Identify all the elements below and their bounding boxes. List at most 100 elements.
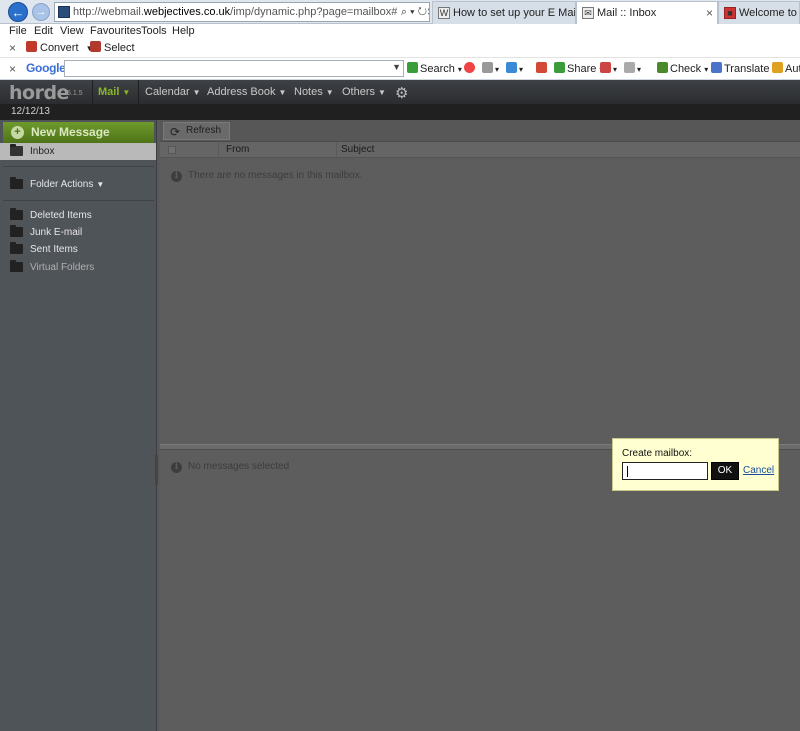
- tab-how-to-setup[interactable]: W How to set up your E Mail Acc...: [432, 1, 576, 24]
- preview-pane: i No messages selected: [160, 450, 800, 731]
- chevron-down-icon: ▼: [192, 88, 201, 97]
- empty-mailbox-text: There are no messages in this mailbox.: [188, 170, 363, 181]
- new-message-label: New Message: [31, 125, 110, 139]
- blocker-button[interactable]: ▾: [600, 62, 617, 77]
- mailbox-toolbar: ⟳ Refresh: [160, 120, 800, 142]
- sidebar-item-junk-email[interactable]: Junk E-mail: [0, 224, 156, 241]
- close-toolbar-icon[interactable]: ×: [9, 62, 16, 76]
- plus-icon: [506, 62, 517, 73]
- sidebar-item-sent-items[interactable]: Sent Items: [0, 241, 156, 258]
- horde-logo[interactable]: horde: [9, 82, 69, 104]
- browser-address-bar: ← → http://webmail.webjectives.co.uk/imp…: [0, 0, 800, 25]
- google-plus-button[interactable]: [464, 62, 477, 76]
- url-prefix: http://webmail.: [73, 6, 144, 18]
- nav-others[interactable]: Others ▼: [342, 86, 386, 98]
- translate-label: Translate: [724, 63, 770, 75]
- menu-edit[interactable]: Edit: [34, 24, 53, 38]
- folder-icon: [10, 225, 23, 237]
- menu-tools[interactable]: Tools: [141, 24, 167, 38]
- refresh-button[interactable]: ⟳ Refresh: [163, 122, 231, 140]
- sidebar-item-label: Inbox: [30, 146, 55, 157]
- forward-arrow-icon[interactable]: →: [32, 3, 50, 21]
- google-search-button[interactable]: Search ▾: [407, 62, 462, 77]
- check-label: Check: [670, 63, 702, 75]
- sidebar-resize-handle[interactable]: [155, 455, 158, 485]
- sidebar-divider: [3, 166, 154, 167]
- text-cursor: [627, 466, 628, 477]
- create-mailbox-label: Create mailbox:: [622, 448, 693, 459]
- pagerank-button[interactable]: ▾: [482, 62, 499, 77]
- gear-icon[interactable]: ⚙: [395, 84, 408, 102]
- select-button[interactable]: Select: [90, 41, 135, 55]
- url-tools-icons[interactable]: ⌕ ▾ ↻: [396, 3, 427, 21]
- folder-icon: [10, 242, 23, 254]
- tab-close-icon[interactable]: ×: [706, 2, 713, 24]
- url-field[interactable]: http://webmail.webjectives.co.uk/imp/dyn…: [54, 2, 430, 22]
- nav-address-book[interactable]: Address Book ▼: [207, 86, 286, 98]
- sidebar-divider: [3, 200, 154, 201]
- virtual-folder-icon: [10, 260, 23, 272]
- nav-mail[interactable]: Mail ▼: [98, 86, 130, 98]
- folder-icon: [10, 208, 23, 220]
- sidebar-item-label: Sent Items: [30, 244, 78, 255]
- folder-icon: [10, 177, 23, 189]
- cancel-link[interactable]: Cancel: [743, 465, 774, 476]
- column-subject[interactable]: Subject: [341, 142, 374, 158]
- back-arrow-icon[interactable]: ←: [8, 2, 28, 22]
- chevron-down-icon: ▼: [325, 88, 334, 97]
- tab-mail-inbox[interactable]: ✉ Mail :: Inbox ×: [576, 1, 718, 25]
- translate-button[interactable]: Translate ▾: [711, 62, 777, 77]
- convert-button[interactable]: Convert ▼: [26, 41, 94, 56]
- gplus-icon: [536, 62, 547, 73]
- sidebar: + New Message Inbox Folder Actions ▼ Dele…: [0, 120, 157, 731]
- plus-icon: +: [11, 126, 24, 139]
- sidebar-item-label: Junk E-mail: [30, 227, 83, 238]
- refresh-label: Refresh: [186, 125, 222, 136]
- auto-label: Aut: [785, 63, 800, 75]
- chevron-down-icon: ▼: [96, 180, 105, 189]
- pinwheel-icon: [464, 62, 475, 73]
- chevron-down-icon: ▼: [378, 88, 386, 97]
- sidebar-item-inbox[interactable]: Inbox: [0, 143, 156, 160]
- convert-label: Convert: [40, 42, 79, 54]
- sidebar-item-label: Virtual Folders: [30, 262, 95, 273]
- column-divider: [336, 142, 337, 158]
- menu-favourites[interactable]: Favourites: [90, 24, 141, 38]
- autofill-text-button[interactable]: Aut: [772, 62, 800, 76]
- sidebar-item-deleted-items[interactable]: Deleted Items: [0, 207, 156, 224]
- bookmark-button[interactable]: ▾: [506, 62, 523, 77]
- menu-file[interactable]: File: [9, 24, 27, 38]
- nav-notes[interactable]: Notes ▼: [294, 86, 334, 98]
- info-icon: i: [171, 171, 182, 182]
- folder-actions-button[interactable]: Folder Actions ▼: [0, 176, 156, 193]
- search-icon: [407, 62, 418, 73]
- nav-divider: [138, 80, 139, 104]
- ok-button[interactable]: OK: [711, 462, 739, 480]
- menu-view[interactable]: View: [60, 24, 84, 38]
- nav-others-label: Others: [342, 86, 376, 98]
- pdf-convert-icon: [26, 41, 37, 52]
- close-toolbar-icon[interactable]: ×: [9, 41, 16, 55]
- tab-favicon-icon: W: [438, 7, 450, 19]
- nav-calendar[interactable]: Calendar ▼: [145, 86, 201, 98]
- nav-address-book-label: Address Book: [207, 86, 276, 98]
- info-icon: i: [171, 462, 182, 473]
- select-all-checkbox[interactable]: [168, 146, 176, 154]
- sidebar-item-virtual-folders[interactable]: Virtual Folders: [0, 259, 156, 276]
- autofill-button[interactable]: ▾: [624, 62, 641, 77]
- no-selection-notice: i No messages selected: [171, 461, 289, 473]
- translate-icon: [711, 62, 722, 73]
- gplus-share-icon-button[interactable]: [536, 62, 549, 76]
- google-search-input[interactable]: ▼: [64, 60, 404, 77]
- chevron-down-icon[interactable]: ▼: [392, 62, 401, 72]
- column-from[interactable]: From: [226, 142, 249, 158]
- spellcheck-button[interactable]: Check ▾: [657, 62, 708, 77]
- select-label: Select: [104, 42, 135, 54]
- chevron-down-icon: ▼: [278, 88, 287, 97]
- column-divider: [218, 142, 219, 158]
- tab-welcome[interactable]: ■ Welcome to Web: [718, 1, 800, 24]
- share-button[interactable]: Share ▾: [554, 62, 603, 77]
- menu-help[interactable]: Help: [172, 24, 195, 38]
- new-message-button[interactable]: + New Message: [3, 122, 154, 143]
- mailbox-name-input[interactable]: [622, 462, 708, 480]
